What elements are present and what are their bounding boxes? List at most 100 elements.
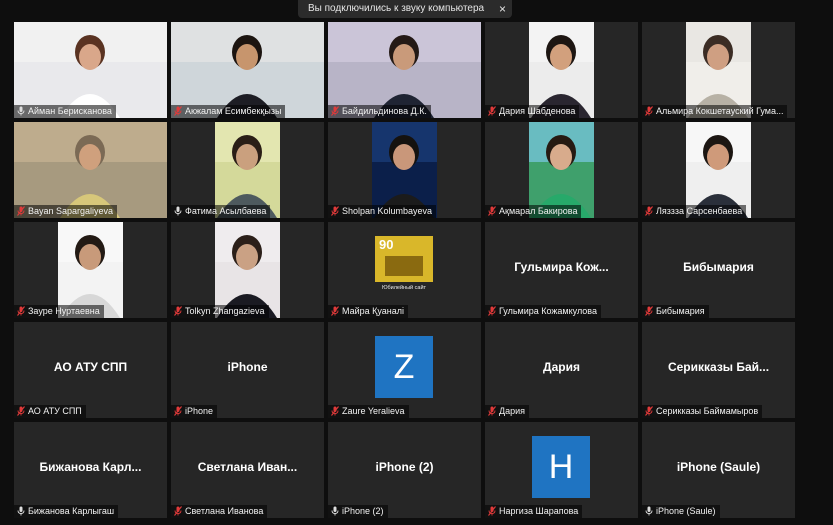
participant-name-label: Бижанова Карлыгаш <box>14 505 119 518</box>
mic-muted-icon <box>17 206 25 216</box>
participant-tile[interactable]: iPhone iPhone <box>171 322 324 418</box>
participant-tile[interactable]: iPhone (Saule) iPhone (Saule) <box>642 422 795 518</box>
participant-name-label: Ақмарал Бакирова <box>485 205 582 218</box>
participant-tile[interactable]: 90 Юбилейный сайт Майра Қуаналі <box>328 222 481 318</box>
participant-video <box>328 22 481 118</box>
participant-video <box>171 122 324 218</box>
participant-tile[interactable]: Фатима Асылбаева <box>171 122 324 218</box>
mic-muted-icon <box>331 406 339 416</box>
mic-muted-icon <box>645 106 653 116</box>
participant-name: Альмира Кокшетауский Гума... <box>656 106 784 116</box>
participant-tile[interactable]: Tolkyn Zhangazieva <box>171 222 324 318</box>
participant-name: Sholpan Kolumbayeva <box>342 206 433 216</box>
participant-display-name: iPhone <box>227 360 268 374</box>
participant-tile[interactable]: Sholpan Kolumbayeva <box>328 122 481 218</box>
participant-name-label: Фатима Асылбаева <box>171 205 271 218</box>
mic-icon <box>17 506 25 516</box>
participant-display-name: Серикказы Бай... <box>667 360 770 374</box>
participant-tile[interactable]: Байдильдинова Д.К. <box>328 22 481 118</box>
participant-name: Дария Шабденова <box>499 106 576 116</box>
mic-muted-icon <box>488 406 496 416</box>
mic-muted-icon <box>488 206 496 216</box>
participant-name-label: Серикказы Баймамыров <box>642 405 763 418</box>
participant-name: Наргиза Шарапова <box>499 506 579 516</box>
mic-icon <box>645 506 653 516</box>
mic-icon <box>17 106 25 116</box>
participant-tile[interactable]: Ляззза Сарсенбаева <box>642 122 795 218</box>
participant-tile[interactable]: Дария Шабденова <box>485 22 638 118</box>
participant-tile[interactable]: Альмира Кокшетауский Гума... <box>642 22 795 118</box>
participant-tile[interactable]: Дария Дария <box>485 322 638 418</box>
participant-name: Гульмира Кожамкулова <box>499 306 597 316</box>
logo-caption: Юбилейный сайт <box>381 285 427 291</box>
participant-video <box>171 22 324 118</box>
participant-display-name: Светлана Иван... <box>197 460 298 474</box>
participant-video <box>485 22 638 118</box>
mic-icon <box>174 206 182 216</box>
participant-tile[interactable]: Ақмарал Бакирова <box>485 122 638 218</box>
participant-tile[interactable]: Z Zaure Yeralieva <box>328 322 481 418</box>
participant-tile[interactable]: Зауре Нуртаевна <box>14 222 167 318</box>
mic-muted-icon <box>645 406 653 416</box>
participant-tile[interactable]: Бижанова Карл... Бижанова Карлыгаш <box>14 422 167 518</box>
participant-name-label: Бибымария <box>642 305 709 318</box>
participant-tile[interactable]: Акжалам Есимбекқызы <box>171 22 324 118</box>
participant-name: Зауре Нуртаевна <box>28 306 100 316</box>
participant-name-label: Альмира Кокшетауский Гума... <box>642 105 788 118</box>
participant-tile[interactable]: Серикказы Бай... Серикказы Баймамыров <box>642 322 795 418</box>
participant-gallery: Айман Берисканова Акжалам Есимбекқызы Байд… <box>14 22 795 518</box>
participant-video <box>485 122 638 218</box>
participant-name: АО АТУ СПП <box>28 406 82 416</box>
participant-name: Бибымария <box>656 306 705 316</box>
participant-display-name: iPhone (Saule) <box>676 460 761 474</box>
participant-tile[interactable]: АО АТУ СПП АО АТУ СПП <box>14 322 167 418</box>
participant-name: Бижанова Карлыгаш <box>28 506 115 516</box>
participant-name: iPhone <box>185 406 214 416</box>
audio-connected-notice: Вы подключились к звуку компьютера × <box>298 0 512 18</box>
participant-name-label: Наргиза Шарапова <box>485 505 583 518</box>
participant-name: Майра Қуаналі <box>342 306 405 316</box>
participant-name-label: Гульмира Кожамкулова <box>485 305 601 318</box>
participant-name: Дария <box>499 406 526 416</box>
mic-muted-icon <box>331 306 339 316</box>
jubilee-logo: 90 <box>375 236 433 282</box>
avatar: Z <box>375 336 433 398</box>
participant-name-label: АО АТУ СПП <box>14 405 86 418</box>
participant-video <box>642 22 795 118</box>
logo-number: 90 <box>379 237 394 252</box>
building-icon <box>385 256 423 276</box>
mic-muted-icon <box>488 106 496 116</box>
participant-name-label: Sholpan Kolumbayeva <box>328 205 437 218</box>
participant-tile[interactable]: Бибымария Бибымария <box>642 222 795 318</box>
participant-tile[interactable]: Айман Берисканова <box>14 22 167 118</box>
participant-video <box>14 122 167 218</box>
participant-display-name: АО АТУ СПП <box>53 360 128 374</box>
participant-name: Айман Берисканова <box>28 106 112 116</box>
mic-muted-icon <box>17 406 25 416</box>
participant-name-label: Zaure Yeralieva <box>328 405 409 418</box>
participant-display-name: Дария <box>543 360 580 374</box>
participant-name-label: Tolkyn Zhangazieva <box>171 305 269 318</box>
participant-name-label: Айман Берисканова <box>14 105 116 118</box>
mic-muted-icon <box>331 106 339 116</box>
mic-muted-icon <box>174 506 182 516</box>
notice-text: Вы подключились к звуку компьютера <box>308 3 485 14</box>
mic-muted-icon <box>17 306 25 316</box>
participant-tile[interactable]: iPhone (2) iPhone (2) <box>328 422 481 518</box>
participant-name: iPhone (Saule) <box>656 506 716 516</box>
mic-muted-icon <box>174 106 182 116</box>
participant-tile[interactable]: Гульмира Кож... Гульмира Кожамкулова <box>485 222 638 318</box>
close-icon[interactable]: × <box>499 0 506 18</box>
mic-icon <box>331 506 339 516</box>
participant-name: Акжалам Есимбекқызы <box>185 106 282 116</box>
participant-video <box>642 122 795 218</box>
participant-tile[interactable]: Bayan Sapargaliyeva <box>14 122 167 218</box>
participant-name-label: Майра Қуаналі <box>328 305 409 318</box>
participant-tile[interactable]: Светлана Иван... Светлана Иванова <box>171 422 324 518</box>
participant-tile[interactable]: H Наргиза Шарапова <box>485 422 638 518</box>
participant-name-label: Зауре Нуртаевна <box>14 305 104 318</box>
participant-video <box>328 122 481 218</box>
mic-muted-icon <box>645 206 653 216</box>
participant-name-label: iPhone (2) <box>328 505 388 518</box>
participant-name-label: Акжалам Есимбекқызы <box>171 105 286 118</box>
